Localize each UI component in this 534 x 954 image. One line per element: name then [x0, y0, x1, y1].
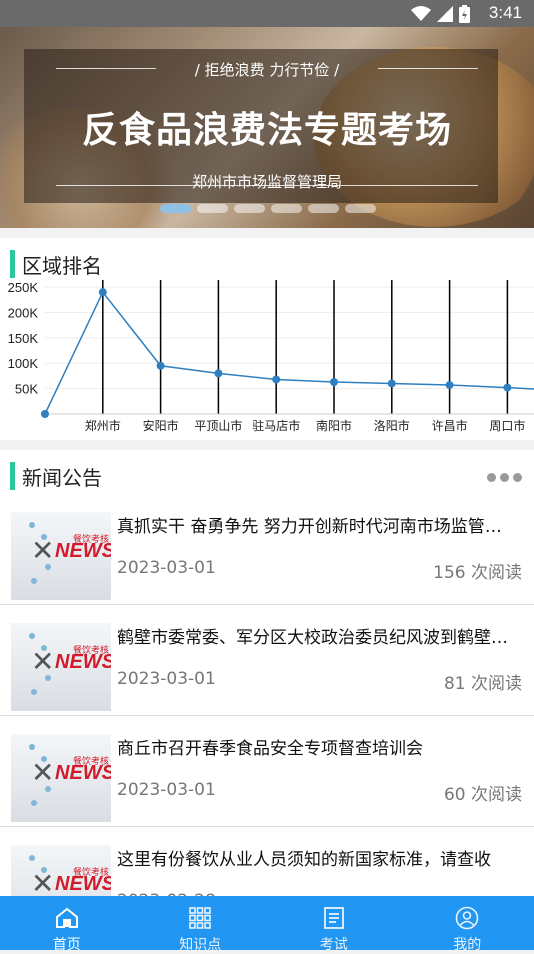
- news-item[interactable]: ✕餐饮考核NEWS真抓实干 奋勇争先 努力开创新时代河南市场监管工作新局面 202…: [0, 495, 534, 605]
- y-tick-label: 50K: [15, 382, 38, 397]
- status-time: 3:41: [489, 3, 522, 23]
- more-icon[interactable]: [487, 473, 522, 482]
- banner-subtitle: / 拒绝浪费 力行节俭 /: [0, 59, 534, 80]
- news-card: 新闻公告 ✕餐饮考核NEWS真抓实干 奋勇争先 努力开创新时代河南市场监管工作新…: [0, 450, 534, 896]
- news-thumbnail: ✕餐饮考核NEWS: [11, 512, 111, 600]
- news-reads: 156 次阅读: [433, 558, 522, 583]
- news-date: 2023-03-01: [117, 780, 216, 800]
- data-point: [99, 288, 107, 296]
- section-header: 新闻公告: [10, 461, 102, 491]
- tab-knowledge[interactable]: 知识点: [134, 896, 268, 950]
- data-point: [272, 375, 280, 383]
- banner-title: 反食品浪费法专题考场: [0, 101, 534, 153]
- carousel-dot[interactable]: [308, 204, 339, 213]
- news-reads: 60 次阅读: [444, 780, 522, 805]
- news-thumbnail: ✕餐饮考核NEWS: [11, 623, 111, 711]
- news-item[interactable]: ✕餐饮考核NEWS商丘市召开春季食品安全专项督查培训会 2023-03-01 60 …: [0, 717, 534, 827]
- region-ranking-chart: 250K 200K 150K 100K 50K 郑州市 安阳市平顶山市驻马店市 南阳市 洛阳市 许…: [0, 280, 534, 440]
- news-reads: 81 次阅读: [444, 669, 522, 694]
- section-accent: [10, 462, 15, 490]
- x-tick-label: 洛阳市: [374, 418, 410, 433]
- news-title: 这里有份餐饮从业人员须知的新国家标准，请查收: [117, 845, 517, 870]
- x-tick-label: 安阳市: [143, 418, 179, 433]
- section-title: 区域排名: [22, 250, 102, 279]
- thumb-news: NEWS: [55, 762, 111, 785]
- news-item[interactable]: ✕餐饮考核NEWS鹤壁市委常委、军分区大校政治委员纪风波到鹤壁市市场监管局调研 2…: [0, 606, 534, 716]
- banner-org: 郑州市市场监督管理局: [0, 171, 534, 192]
- section-accent: [10, 250, 15, 278]
- banner-carousel[interactable]: / 拒绝浪费 力行节俭 / 反食品浪费法专题考场 郑州市市场监督管理局: [0, 27, 534, 228]
- grid-icon: [188, 906, 212, 930]
- carousel-indicator[interactable]: [160, 204, 376, 213]
- carousel-dot[interactable]: [197, 204, 228, 213]
- region-ranking-card: 区域排名 250K 200K 150K 100K 50K 郑州市 安阳市平顶山市驻马店市 南阳…: [0, 238, 534, 440]
- news-thumbnail: ✕餐饮考核NEWS: [11, 734, 111, 822]
- data-point: [41, 410, 49, 418]
- carousel-dot[interactable]: [345, 204, 376, 213]
- data-point: [214, 369, 222, 377]
- tab-label: 首页: [0, 934, 134, 954]
- data-point: [446, 381, 454, 389]
- data-point: [388, 380, 396, 388]
- x-tick-label: 驻马店市: [252, 418, 300, 433]
- bottom-tab-bar: 首页 知识点 考试 我的: [0, 896, 534, 950]
- wifi-icon: [411, 6, 431, 22]
- battery-icon: [459, 5, 470, 23]
- thumb-news: NEWS: [55, 540, 111, 563]
- news-title: 真抓实干 奋勇争先 努力开创新时代河南市场监管工作新局面: [117, 512, 517, 537]
- news-date: 2023-03-01: [117, 558, 216, 578]
- carousel-dot[interactable]: [234, 204, 265, 213]
- series-line: [45, 292, 534, 414]
- home-icon: [55, 906, 79, 930]
- status-icons: [411, 5, 470, 23]
- user-icon: [455, 906, 479, 930]
- tab-exam[interactable]: 考试: [267, 896, 401, 950]
- x-tick-label: 郑州市: [85, 418, 121, 433]
- thumb-news: NEWS: [55, 873, 111, 896]
- y-tick-label: 200K: [8, 305, 39, 320]
- tab-label: 知识点: [134, 934, 268, 954]
- section-header: 区域排名: [10, 249, 102, 279]
- tab-label: 考试: [267, 934, 401, 954]
- news-title: 商丘市召开春季食品安全专项督查培训会: [117, 734, 517, 759]
- tab-home[interactable]: 首页: [0, 896, 134, 950]
- y-tick-label: 150K: [8, 331, 39, 346]
- data-point: [157, 362, 165, 370]
- data-point: [503, 384, 511, 392]
- x-tick-label: 许昌市: [432, 418, 468, 433]
- section-title: 新闻公告: [22, 462, 102, 491]
- news-title: 鹤壁市委常委、军分区大校政治委员纪风波到鹤壁市市场监管局调研: [117, 623, 517, 648]
- x-tick-label: 南阳市: [316, 418, 352, 433]
- carousel-dot[interactable]: [160, 204, 191, 213]
- news-date: 2023-03-01: [117, 669, 216, 689]
- thumb-news: NEWS: [55, 651, 111, 674]
- x-tick-label: 平顶山市: [194, 418, 242, 433]
- status-bar: 3:41: [0, 0, 534, 27]
- data-point: [330, 378, 338, 386]
- signal-icon: [437, 6, 453, 22]
- tab-profile[interactable]: 我的: [401, 896, 534, 950]
- x-tick-label: 周口市: [489, 418, 525, 433]
- carousel-dot[interactable]: [271, 204, 302, 213]
- y-tick-label: 250K: [8, 280, 39, 295]
- document-icon: [322, 906, 346, 930]
- y-tick-label: 100K: [8, 356, 39, 371]
- tab-label: 我的: [401, 934, 534, 954]
